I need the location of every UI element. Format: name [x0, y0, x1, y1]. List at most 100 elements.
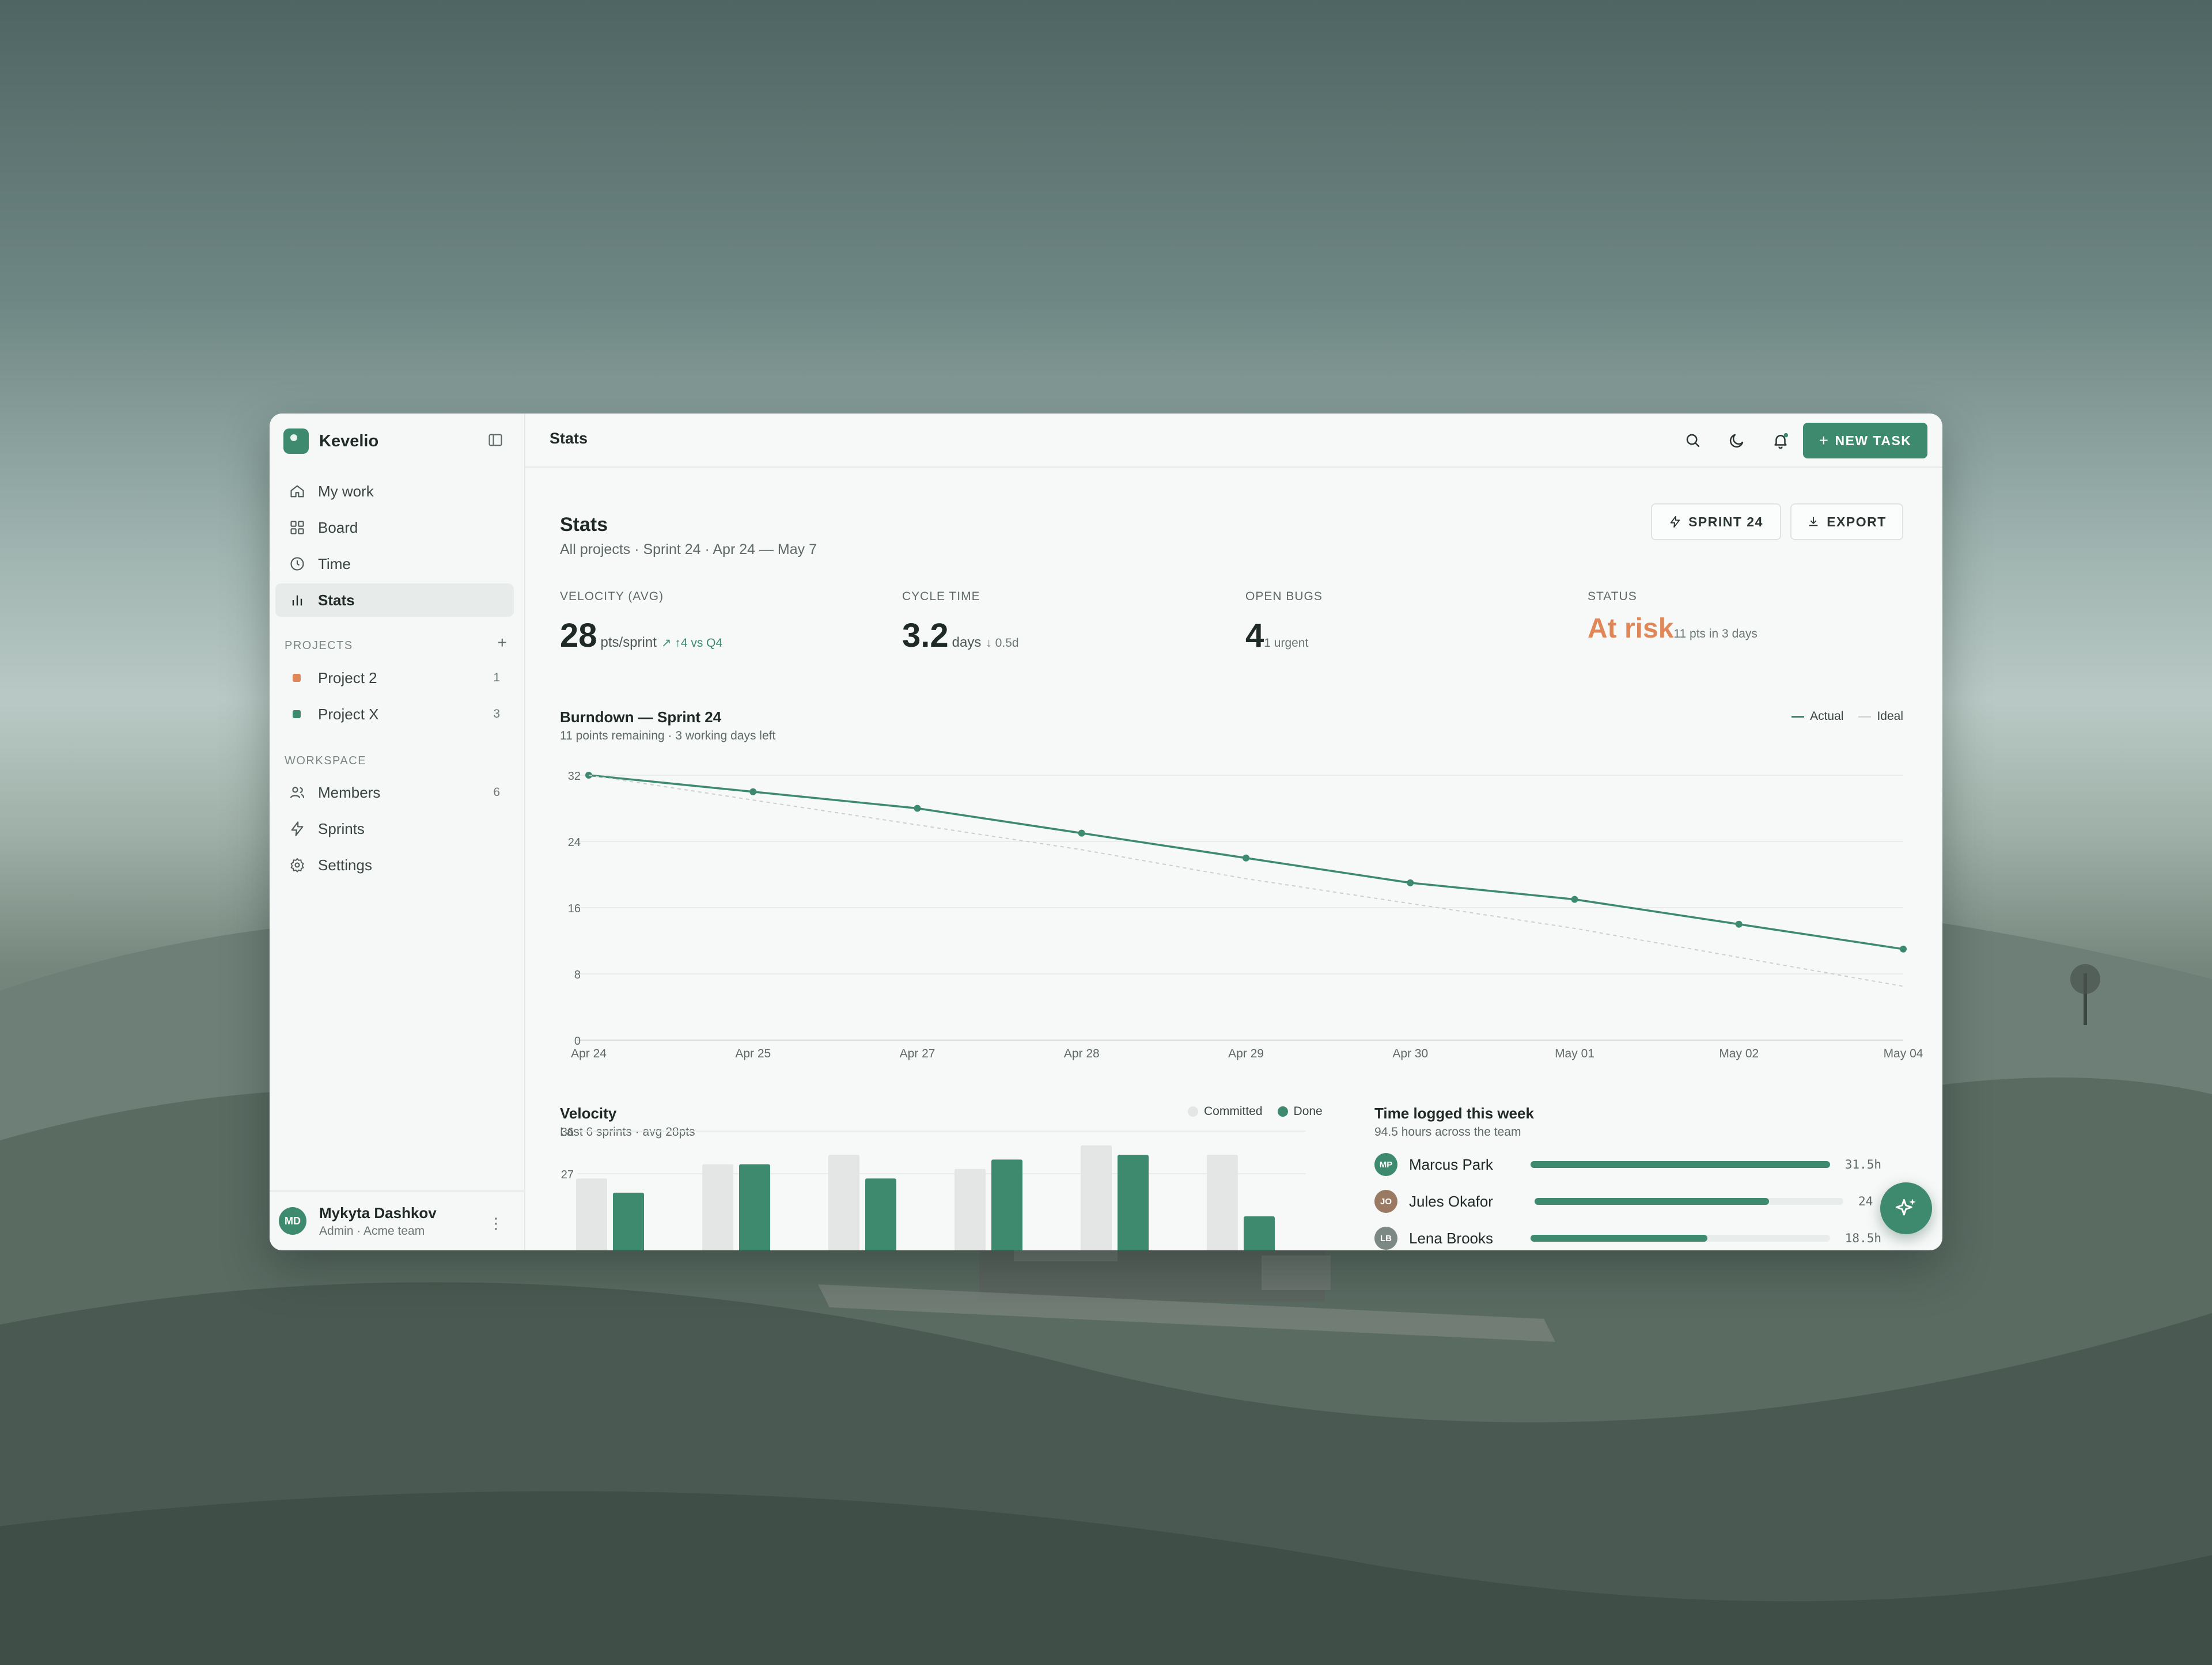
- nav-item-board[interactable]: Board: [275, 511, 514, 544]
- project-color-dot: [293, 674, 301, 682]
- time-value: 31.5h: [1844, 1158, 1881, 1171]
- gear-icon: [290, 858, 304, 873]
- project-item-project-x[interactable]: Project X 3: [275, 697, 514, 731]
- topbar: Stats + NEW TASK: [525, 414, 1942, 468]
- member-name: Jules Okafor: [1409, 1192, 1493, 1210]
- users-icon: [290, 787, 305, 798]
- workspace-item-members[interactable]: Members 6: [275, 776, 514, 809]
- topbar-title: Stats: [550, 430, 588, 447]
- bar-committed: [1081, 1145, 1112, 1250]
- members-count: 6: [493, 786, 500, 799]
- x-tick-label: Apr 30: [1392, 1047, 1428, 1060]
- sidebar: Kevelio My work Board Time Stats PROJECT…: [270, 414, 525, 1250]
- brand-logo-icon: [283, 428, 309, 454]
- y-tick-label: 36: [561, 1126, 574, 1139]
- new-task-button[interactable]: + NEW TASK: [1803, 423, 1927, 458]
- bar-committed: [828, 1155, 859, 1250]
- bar-committed: [1207, 1155, 1238, 1250]
- x-tick-label: May 02: [1719, 1047, 1759, 1060]
- project-count: 3: [493, 707, 500, 720]
- time-bar: [1535, 1198, 1843, 1205]
- workspace-item-sprints[interactable]: Sprints: [275, 812, 514, 845]
- bar-done: [991, 1159, 1022, 1250]
- nav-item-my-work[interactable]: My work: [275, 475, 514, 508]
- nav-label: My work: [318, 482, 374, 500]
- bar-done: [1118, 1155, 1149, 1250]
- project-color-dot: [293, 710, 301, 718]
- project-item-project-2[interactable]: Project 2 1: [275, 661, 514, 695]
- clock-icon: [290, 557, 304, 571]
- y-tick-label: 27: [561, 1169, 574, 1181]
- project-label: Project X: [318, 705, 379, 723]
- x-tick-label: May 01: [1555, 1047, 1594, 1060]
- time-logged-title: Time logged this week: [1374, 1105, 1534, 1122]
- bar-done: [865, 1178, 896, 1250]
- workspace-list: Members 6 Sprints Settings: [275, 776, 514, 885]
- workspace-label: Members: [318, 783, 381, 801]
- user-profile[interactable]: MD Mykyta Dashkov Admin · Acme team ⋮: [270, 1190, 524, 1250]
- time-row: JO Jules Okafor 24: [1374, 1189, 1881, 1214]
- app-window: Kevelio My work Board Time Stats PROJECT…: [270, 414, 1942, 1250]
- x-tick-label: May 04: [1884, 1047, 1923, 1060]
- moon-icon[interactable]: [1728, 432, 1745, 449]
- bar-committed: [702, 1164, 733, 1250]
- bell-icon[interactable]: [1772, 432, 1789, 449]
- nav-label: Board: [318, 518, 358, 536]
- project-list: Project 2 1 Project X 3: [275, 661, 514, 734]
- time-bar-fill: [1531, 1235, 1707, 1242]
- time-bar-fill: [1531, 1161, 1830, 1168]
- nav-item-time[interactable]: Time: [275, 547, 514, 581]
- home-icon: [290, 485, 304, 498]
- nav-label: Stats: [318, 591, 355, 609]
- brand[interactable]: Kevelio: [283, 427, 378, 455]
- main-nav: My work Board Time Stats: [275, 475, 514, 620]
- ai-assistant-button[interactable]: [1880, 1182, 1932, 1234]
- time-value: 18.5h: [1844, 1231, 1881, 1245]
- bar-committed: [955, 1169, 986, 1250]
- data-point: [1407, 879, 1414, 886]
- workspace-item-settings[interactable]: Settings: [275, 848, 514, 882]
- bar-done: [613, 1192, 644, 1250]
- workspace-label: Sprints: [318, 820, 365, 837]
- data-point: [1571, 896, 1578, 903]
- bar-chart-icon: [292, 595, 302, 606]
- data-point: [1900, 945, 1907, 953]
- sidebar-toggle-icon[interactable]: [487, 432, 503, 448]
- sparkle-icon: [1896, 1199, 1916, 1216]
- nav-label: Time: [318, 555, 351, 572]
- avatar: JO: [1374, 1190, 1397, 1213]
- project-label: Project 2: [318, 669, 377, 687]
- avatar: MD: [279, 1207, 306, 1235]
- main-panel: Stats + NEW TASK Stats All projects · Spr…: [525, 414, 1942, 1250]
- time-bar-fill: [1535, 1198, 1770, 1205]
- stats-content: Stats All projects · Sprint 24 · Apr 24 …: [525, 469, 1942, 1250]
- project-count: 1: [493, 671, 500, 684]
- bar-done: [739, 1164, 770, 1250]
- plus-icon: +: [1819, 431, 1830, 449]
- member-name: Lena Brooks: [1409, 1229, 1493, 1247]
- bar-done: [1244, 1216, 1275, 1250]
- time-row: MP Marcus Park 31.5h: [1374, 1152, 1881, 1177]
- avatar: LB: [1374, 1227, 1397, 1250]
- time-bar: [1531, 1161, 1830, 1168]
- workspace-section-label: WORKSPACE: [285, 754, 367, 767]
- add-project-button[interactable]: +: [498, 634, 507, 652]
- workspace-label: Settings: [318, 856, 372, 874]
- bar-committed: [576, 1178, 607, 1250]
- time-row: LB Lena Brooks 18.5h: [1374, 1226, 1881, 1250]
- more-vertical-icon[interactable]: ⋮: [488, 1215, 503, 1232]
- projects-section-label: PROJECTS: [285, 639, 353, 652]
- velocity-chart: 27 36: [561, 1126, 1306, 1250]
- time-logged-subtitle: 94.5 hours across the team: [1374, 1125, 1521, 1139]
- new-task-label: NEW TASK: [1835, 433, 1912, 448]
- member-name: Marcus Park: [1409, 1155, 1493, 1173]
- user-name: Mykyta Dashkov: [319, 1204, 437, 1222]
- brand-name: Kevelio: [319, 431, 379, 450]
- nav-item-stats[interactable]: Stats: [275, 583, 514, 617]
- time-bar: [1531, 1235, 1830, 1242]
- data-point: [1735, 920, 1743, 928]
- search-icon[interactable]: [1684, 432, 1702, 449]
- avatar: MP: [1374, 1153, 1397, 1176]
- bolt-icon: [291, 821, 304, 836]
- grid-icon: [290, 521, 304, 534]
